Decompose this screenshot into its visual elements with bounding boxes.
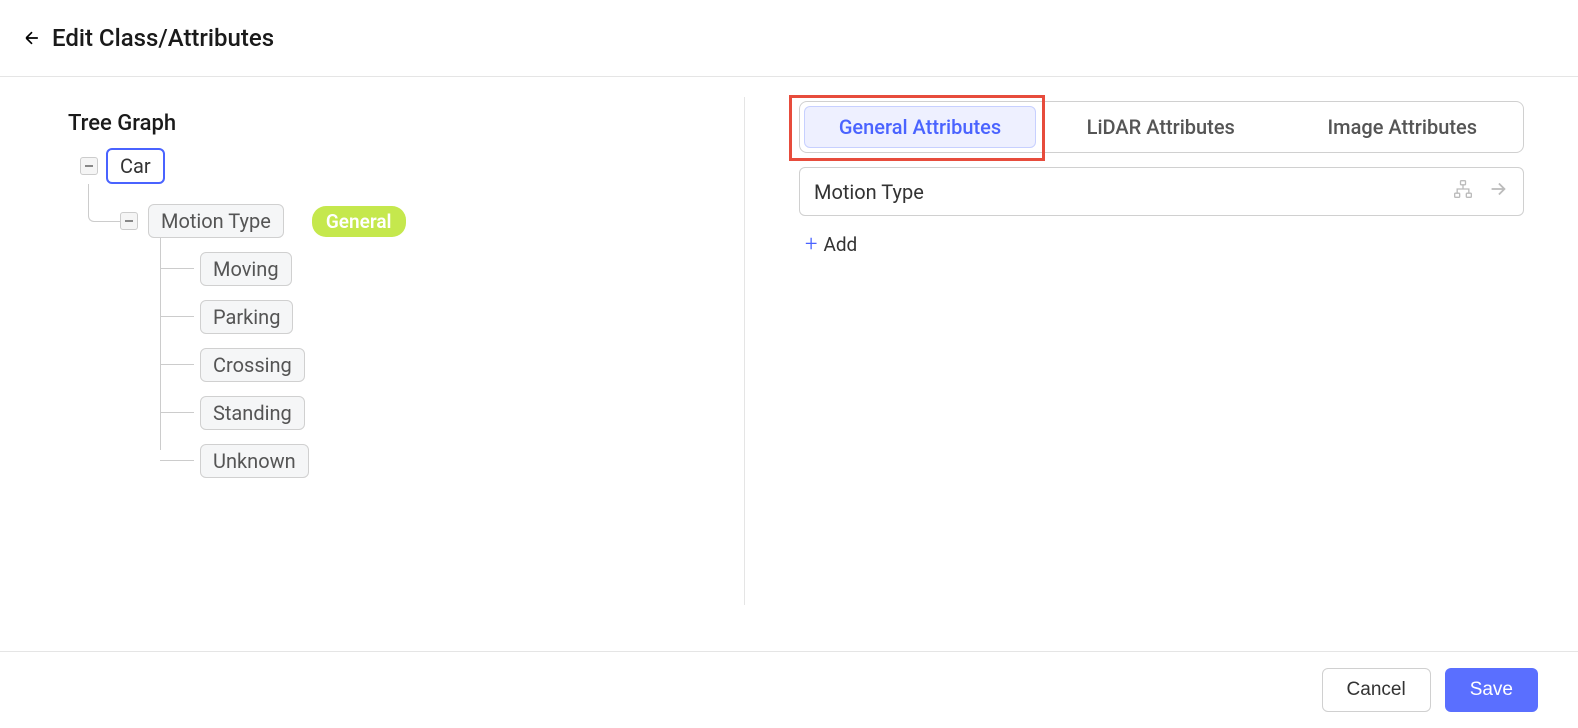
tree-node-row: Standing: [160, 396, 744, 430]
tree-node-row: Parking: [160, 300, 744, 334]
page-title: Edit Class/Attributes: [52, 24, 274, 52]
main-content: Tree Graph Car Motion Type General Movin…: [0, 77, 1578, 625]
tree-node-motion-type-row: Motion Type General: [120, 204, 744, 238]
add-label: Add: [823, 233, 857, 256]
tree-node-motion-type[interactable]: Motion Type: [148, 204, 284, 238]
tree-connector: [88, 184, 120, 222]
tab-general-attributes[interactable]: General Attributes: [804, 106, 1036, 148]
tree-node-crossing[interactable]: Crossing: [200, 348, 305, 382]
tree-node-car[interactable]: Car: [106, 148, 165, 184]
arrow-right-icon[interactable]: [1487, 178, 1509, 205]
tree-panel: Tree Graph Car Motion Type General Movin…: [0, 77, 744, 625]
tree-graph: Car Motion Type General Moving Parking: [68, 148, 744, 478]
attribute-row-motion-type[interactable]: Motion Type: [799, 167, 1524, 216]
general-badge: General: [312, 206, 406, 237]
collapse-icon[interactable]: [80, 157, 98, 175]
tree-level-1: Motion Type General Moving Parking Cross…: [88, 184, 744, 478]
tree-node-row: Moving: [160, 252, 744, 286]
tabs-container: General Attributes LiDAR Attributes Imag…: [799, 101, 1524, 153]
hierarchy-icon[interactable]: [1453, 179, 1473, 204]
save-button[interactable]: Save: [1445, 668, 1538, 712]
tree-level-2: Moving Parking Crossing Standing Unknown: [160, 252, 744, 478]
tab-lidar-attributes[interactable]: LiDAR Attributes: [1040, 102, 1282, 152]
tree-node-unknown[interactable]: Unknown: [200, 444, 309, 478]
tree-node-moving[interactable]: Moving: [200, 252, 292, 286]
back-arrow-icon[interactable]: [22, 28, 42, 48]
attributes-panel: General Attributes LiDAR Attributes Imag…: [745, 77, 1578, 625]
tree-node-row: Unknown: [160, 444, 744, 478]
plus-icon: +: [805, 232, 817, 257]
attribute-row-actions: [1453, 178, 1509, 205]
page-header: Edit Class/Attributes: [0, 0, 1578, 77]
attribute-tabs: General Attributes LiDAR Attributes Imag…: [799, 101, 1524, 153]
tree-node-standing[interactable]: Standing: [200, 396, 305, 430]
tree-node-row: Crossing: [160, 348, 744, 382]
footer: Cancel Save: [0, 651, 1578, 728]
tree-root-row: Car: [80, 148, 744, 184]
attribute-row-label: Motion Type: [814, 180, 924, 204]
tab-image-attributes[interactable]: Image Attributes: [1282, 102, 1524, 152]
tree-title: Tree Graph: [68, 111, 744, 136]
collapse-icon[interactable]: [120, 212, 138, 230]
add-attribute-button[interactable]: + Add: [805, 232, 1524, 257]
tree-node-parking[interactable]: Parking: [200, 300, 293, 334]
cancel-button[interactable]: Cancel: [1322, 668, 1431, 712]
